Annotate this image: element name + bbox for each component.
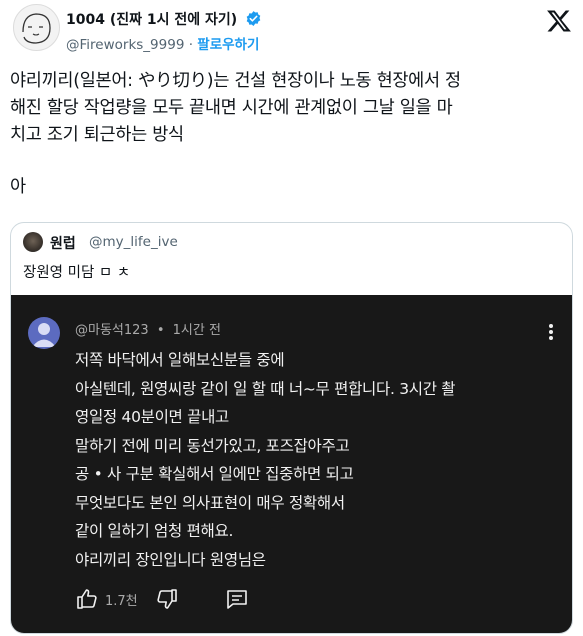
comment-line: 영일정 40분이면 끝내고 [75,408,230,426]
quote-author-handle[interactable]: @my_life_ive [89,234,178,250]
comment-line: 같이 일하기 엄청 편해요. [75,522,234,540]
more-vert-icon[interactable] [548,323,554,345]
comment-line: 공 • 사 구분 확실해서 일에만 집중하면 되고 [75,465,354,483]
quote-author-avatar[interactable] [23,232,43,252]
thumbs-up-icon[interactable] [75,587,99,615]
comment-line: 야리끼리 장인입니다 원영님은 [75,550,266,569]
comment-line: 무엇보다도 본인 의사표현이 매우 정확해서 [75,493,345,512]
reply-icon[interactable] [225,587,249,615]
verified-badge-icon [245,10,262,31]
author-avatar-drawing [22,13,51,44]
comment-meta: @마동석123 • 1시간 전 [75,319,221,338]
tweet-text: 야리끼리(일본어: やり切り)는 건설 현장이나 노동 현장에서 정 해진 할당… [10,68,575,149]
comment-author[interactable]: @마동석123 [75,323,149,338]
comment-line: 말하기 전에 미리 동선가있고, 포즈잡아주고 [75,436,350,455]
author-avatar[interactable] [13,4,60,51]
comment-body: 저쪽 바닥에서 일해보신분들 중에 아실텐데, 원영씨랑 같이 일 할 때 너~… [75,346,555,574]
comment-avatar[interactable] [28,317,60,349]
x-logo-icon[interactable] [546,8,572,38]
tweet-text-line: 해진 할당 작업량을 모두 끝내면 시간에 관계없이 그날 일을 마 [10,98,453,118]
comment-line: 아실텐데, 원영씨랑 같이 일 할 때 너~무 편합니다. 3시간 촬 [75,379,456,398]
follow-button[interactable]: 팔로우하기 [197,37,259,53]
author-handle-line: @Fireworks_9999 · 팔로우하기 [66,33,259,53]
quote-author-name[interactable]: 원럽 [50,233,76,253]
author-name[interactable]: 1004 (진짜 1시 전에 자기) [66,12,237,28]
comment-time[interactable]: 1시간 전 [173,323,221,338]
tweet-text-line: 치고 조기 퇴근하는 방식 [10,125,184,145]
meta-dot: • [156,323,165,338]
handle-separator: · [188,37,193,53]
youtube-comment-image[interactable]: @마동석123 • 1시간 전 저쪽 바닥에서 일해보신분들 중에 아실텐데, … [11,295,572,633]
tweet-extra-text: 아 [10,177,27,197]
author-name-line[interactable]: 1004 (진짜 1시 전에 자기) [66,9,262,31]
thumbs-down-icon[interactable] [155,587,179,615]
quote-text: 장원영 미담 ㅁ ㅊ [23,265,131,281]
comment-line: 저쪽 바닥에서 일해보신분들 중에 [75,351,285,369]
like-count: 1.7천 [105,594,138,609]
comment-avatar-person-icon [32,323,56,347]
tweet-text-line: 야리끼리(일본어: やり切り)는 건설 현장이나 노동 현장에서 정 [10,71,461,91]
quoted-tweet[interactable]: 원럽 @my_life_ive 장원영 미담 ㅁ ㅊ @마동석123 • 1시간… [10,222,573,634]
author-handle[interactable]: @Fireworks_9999 [66,37,184,53]
